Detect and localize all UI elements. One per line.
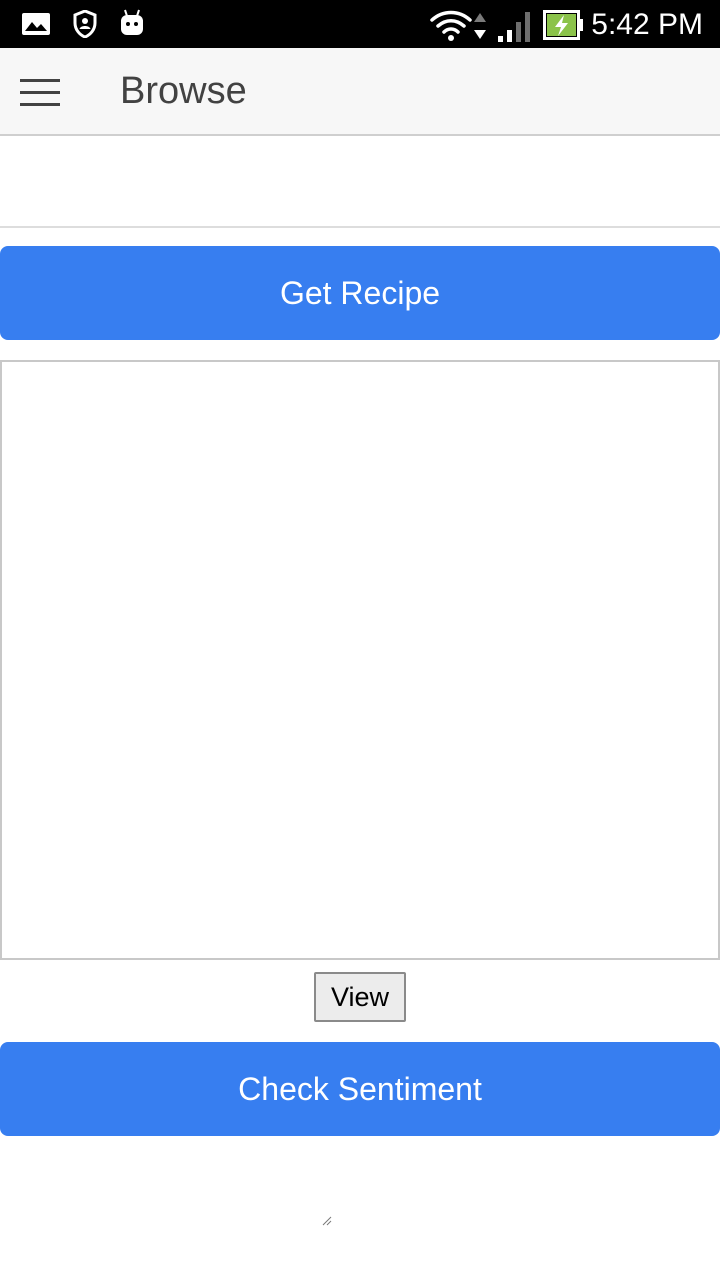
view-button[interactable]: View [314, 972, 406, 1022]
resize-grip-icon[interactable] [322, 1216, 332, 1226]
android-icon [121, 9, 143, 35]
wifi-icon [430, 10, 472, 41]
gallery-icon [22, 13, 50, 35]
signal-icon [498, 12, 530, 42]
get-recipe-button[interactable]: Get Recipe [0, 246, 720, 340]
hamburger-menu-button[interactable] [8, 62, 72, 122]
check-sentiment-label: Check Sentiment [238, 1070, 482, 1107]
get-recipe-label: Get Recipe [279, 274, 441, 311]
recipe-query-input[interactable] [0, 136, 720, 228]
hamburger-menu-icon [20, 78, 60, 106]
page-title: Browse [120, 70, 247, 112]
status-time: 5:42 PM [591, 8, 703, 41]
check-sentiment-button[interactable]: Check Sentiment [0, 1042, 720, 1136]
shield-icon [73, 10, 97, 38]
status-bar: 5:42 PM [0, 0, 720, 48]
battery-charging-icon [543, 10, 583, 40]
view-label: View [330, 981, 390, 1012]
app-bar: Browse [0, 48, 720, 136]
recipe-output-area[interactable] [0, 360, 720, 960]
data-arrows-icon [474, 13, 486, 39]
